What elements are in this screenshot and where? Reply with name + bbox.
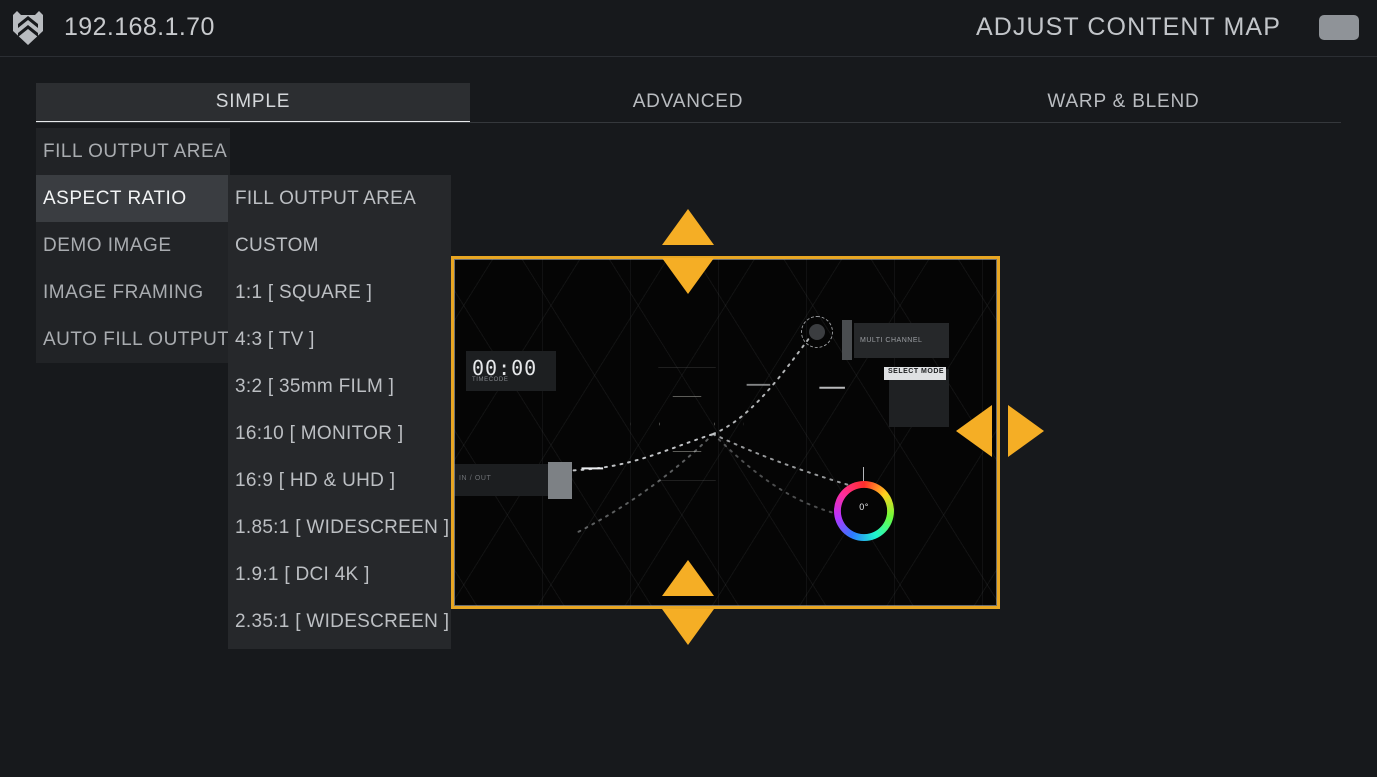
dropdown-option-1-85-1-widescreen[interactable]: 1.85:1 [ WIDESCREEN ]	[228, 504, 451, 551]
demo-node-dot	[809, 324, 825, 340]
page-title: ADJUST CONTENT MAP	[975, 13, 1281, 41]
demo-connection-paths	[572, 336, 850, 536]
demo-colorwheel-value: 0°	[859, 502, 869, 512]
dropdown-option-1-1-square[interactable]: 1:1 [ SQUARE ]	[228, 269, 451, 316]
aspect-ratio-dropdown: FILL OUTPUT AREA CUSTOM 1:1 [ SQUARE ] 4…	[228, 175, 451, 649]
demo-panel-a-handle	[548, 462, 572, 499]
dropdown-option-custom[interactable]: CUSTOM	[228, 222, 451, 269]
tab-bar: SIMPLE ADVANCED WARP & BLEND	[36, 83, 1341, 123]
menu-item-demo-image[interactable]: DEMO IMAGE	[36, 222, 230, 269]
top-bar: 192.168.1.70 ADJUST CONTENT MAP	[0, 0, 1377, 57]
menu-item-image-framing[interactable]: IMAGE FRAMING	[36, 269, 230, 316]
dropdown-option-16-9-hd-uhd[interactable]: 16:9 [ HD & UHD ]	[228, 457, 451, 504]
wizard-nav: DEVICE MAP MEDIA	[0, 700, 1377, 777]
menu-item-auto-fill-output[interactable]: AUTO FILL OUTPUT	[36, 316, 230, 363]
menu-item-fill-output-area[interactable]: FILL OUTPUT AREA	[36, 128, 230, 175]
tab-bar-divider	[36, 122, 1341, 123]
resize-arrow-right-icon[interactable]	[1008, 405, 1044, 457]
resize-arrow-bottom-inner-icon[interactable]	[662, 560, 714, 596]
content-map-preview-frame[interactable]: 00:00 TIMECODE IN / OUT MULTI CHANNEL SE…	[451, 256, 1000, 609]
tab-advanced[interactable]: ADVANCED	[470, 83, 906, 121]
dropdown-option-3-2-35mm-film[interactable]: 3:2 [ 35mm FILM ]	[228, 363, 451, 410]
tab-simple[interactable]: SIMPLE	[36, 83, 470, 123]
dropdown-option-fill-output-area[interactable]: FILL OUTPUT AREA	[228, 175, 451, 222]
dropdown-option-4-3-tv[interactable]: 4:3 [ TV ]	[228, 316, 451, 363]
resize-arrow-right-inner-icon[interactable]	[956, 405, 992, 457]
demo-panel-b-tab	[842, 320, 852, 360]
header-toggle-button[interactable]	[1319, 15, 1359, 40]
device-ip-address: 192.168.1.70	[64, 13, 215, 41]
demo-panel-c-label: SELECT MODE	[888, 368, 945, 375]
demo-timer-sublabel: TIMECODE	[472, 377, 509, 383]
resize-arrow-top-icon[interactable]	[662, 209, 714, 245]
resize-arrow-bottom-icon[interactable]	[662, 609, 714, 645]
settings-menu: FILL OUTPUT AREA ASPECT RATIO DEMO IMAGE…	[36, 128, 230, 363]
shield-chevron-logo-icon	[9, 9, 47, 47]
tab-warp-and-blend[interactable]: WARP & BLEND	[906, 83, 1341, 121]
demo-panel-b-label: MULTI CHANNEL	[860, 337, 923, 344]
dropdown-option-1-9-1-dci-4k[interactable]: 1.9:1 [ DCI 4K ]	[228, 551, 451, 598]
demo-image: 00:00 TIMECODE IN / OUT MULTI CHANNEL SE…	[454, 259, 997, 606]
dropdown-option-2-35-1-widescreen[interactable]: 2.35:1 [ WIDESCREEN ]	[228, 598, 451, 645]
resize-arrow-top-inner-icon[interactable]	[662, 258, 714, 294]
menu-item-aspect-ratio[interactable]: ASPECT RATIO	[36, 175, 230, 222]
adjust-content-map-screen: 192.168.1.70 ADJUST CONTENT MAP SIMPLE A…	[0, 0, 1377, 777]
demo-panel-a-label: IN / OUT	[459, 475, 492, 482]
dropdown-option-16-10-monitor[interactable]: 16:10 [ MONITOR ]	[228, 410, 451, 457]
